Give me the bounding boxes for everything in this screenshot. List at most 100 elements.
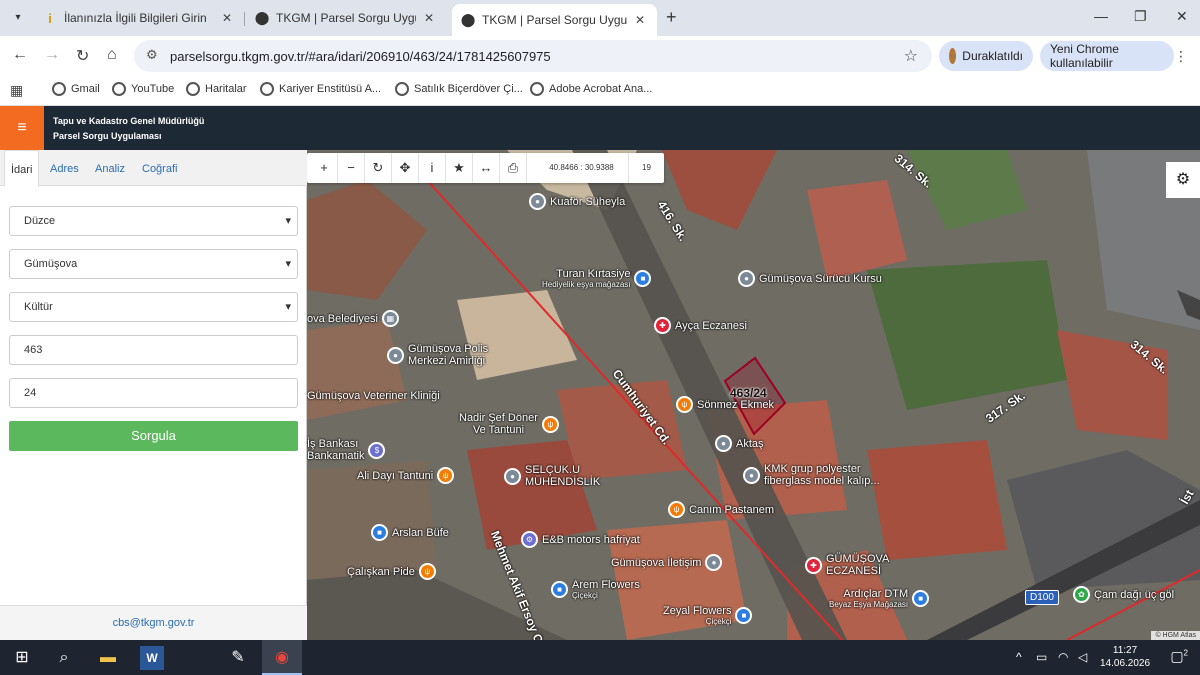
ilce-select[interactable]: Gümüşova ▾: [9, 249, 298, 279]
restaurant-icon: ψ: [437, 467, 455, 484]
close-icon[interactable]: ✕: [424, 11, 434, 25]
browser-tab-tkgm-active[interactable]: ⬤ TKGM | Parsel Sorgu Uygulaması ✕: [452, 4, 657, 36]
notifications-icon[interactable]: ▢2: [1170, 648, 1188, 665]
bookmark-bicerdover[interactable]: Satılık Biçerdöver Çi...: [395, 82, 523, 96]
info-icon[interactable]: i: [419, 153, 446, 183]
poi-aktas[interactable]: ● Aktaş: [715, 435, 764, 452]
hamburger-menu-icon[interactable]: ≡: [0, 106, 44, 150]
poi-alidayi[interactable]: Ali Dayı Tantuni ψ: [357, 467, 458, 484]
poi-camdagi[interactable]: ✿ Çam dağı üç göl: [1073, 586, 1174, 603]
map-settings-gear-icon[interactable]: ⚙: [1166, 162, 1200, 198]
more-menu-icon[interactable]: ⋮: [1174, 48, 1188, 65]
new-tab-plus-icon[interactable]: +: [666, 7, 677, 28]
poi-pin-icon: ●: [387, 346, 404, 364]
pharmacy-icon: ✚: [654, 317, 671, 334]
poi-kuafor[interactable]: ● Kuaför Süheyla: [529, 193, 625, 210]
parsel-input[interactable]: 24: [9, 378, 298, 408]
poi-zeyal[interactable]: Zeyal Flowers Çiçekçi ■: [663, 605, 756, 626]
poi-kmk[interactable]: ● KMK grup polyester fiberglass model kalı…: [743, 463, 880, 487]
url-text[interactable]: parselsorgu.tkgm.gov.tr/#ara/idari/20691…: [170, 49, 551, 64]
il-select[interactable]: Düzce ▾: [9, 206, 298, 236]
taskbar-clock[interactable]: 11:27 14.06.2026: [1100, 644, 1150, 670]
sorgula-button[interactable]: Sorgula: [9, 421, 298, 451]
poi-veteriner[interactable]: Gümüşova Veteriner Kliniği: [307, 390, 440, 402]
forward-arrow-icon[interactable]: →: [44, 46, 60, 64]
poi-eb[interactable]: ⚙ E&B motors hafriyat: [521, 531, 640, 548]
print-icon[interactable]: ⎙: [500, 153, 527, 183]
ada-input[interactable]: 463: [9, 335, 298, 365]
poi-isbank[interactable]: İş Bankası Bankamatik $: [307, 438, 389, 462]
tab-cografi[interactable]: Coğrafi: [136, 150, 183, 187]
tab-search-chevron-icon[interactable]: ▾: [8, 8, 28, 28]
poi-surucu[interactable]: ● Gümüşova Sürücü Kursu: [738, 270, 882, 287]
avatar: [949, 48, 957, 64]
poi-sonmez[interactable]: ψ Sönmez Ekmek: [676, 396, 774, 413]
poi-gumusova-eczanesi[interactable]: ✚ GÜMÜŞOVA ECZANESİ: [805, 553, 889, 577]
bookmark-haritalar[interactable]: Haritalar: [186, 82, 247, 96]
home-icon[interactable]: ⌂: [107, 46, 117, 64]
poi-canim[interactable]: ψ Canım Pastanem: [668, 501, 774, 518]
chrome-update-button[interactable]: Yeni Chrome kullanılabilir: [1040, 41, 1174, 71]
close-icon[interactable]: ✕: [222, 11, 232, 25]
shopping-bag-icon: ■: [634, 270, 652, 287]
bookmark-youtube[interactable]: YouTube: [112, 82, 174, 96]
poi-caliskan[interactable]: Çalışkan Pide ψ: [347, 563, 440, 580]
volume-icon[interactable]: ◁: [1078, 650, 1087, 664]
address-bar[interactable]: ⚙ parselsorgu.tkgm.gov.tr/#ara/idari/206…: [134, 40, 932, 72]
poi-arslan[interactable]: ■ Arslan Büfe: [371, 524, 449, 541]
bookmark-label: Satılık Biçerdöver Çi...: [414, 83, 523, 95]
word-icon[interactable]: W: [140, 646, 164, 670]
building-icon: ▦: [381, 310, 399, 327]
file-explorer-icon[interactable]: ▬: [96, 646, 120, 670]
poi-turan[interactable]: Turan Kırtasiye Hediyelik eşya mağazası ■: [542, 268, 655, 289]
zoom-in-icon[interactable]: +: [311, 153, 338, 183]
browser-tab-ilan[interactable]: i İlanınızla İlgili Bilgileri Girin ✕: [34, 4, 242, 32]
reload-icon[interactable]: ↻: [76, 46, 89, 66]
tab-adres[interactable]: Adres: [44, 150, 85, 187]
restore-icon[interactable]: ❐: [1134, 8, 1147, 25]
bookmark-star-icon[interactable]: ☆: [904, 46, 918, 66]
windows-start-icon[interactable]: ⊞: [10, 646, 34, 670]
contact-email-link[interactable]: cbs@tkgm.gov.tr: [0, 605, 307, 640]
poi-belediye[interactable]: ova Belediyesi ▦: [307, 310, 403, 327]
poi-nadir[interactable]: Nadir Şef Döner Ve Tantuni ψ: [459, 412, 563, 436]
chevron-up-icon[interactable]: ^: [1016, 650, 1022, 664]
bookmark-acrobat[interactable]: Adobe Acrobat Ana...: [530, 82, 652, 96]
paint-icon[interactable]: ✎: [226, 646, 250, 670]
locate-crosshair-icon[interactable]: ✥: [392, 153, 419, 183]
poi-pin-icon: ●: [715, 435, 732, 452]
browser-tab-tkgm-1[interactable]: ⬤ TKGM | Parsel Sorgu Uygulaması ✕: [246, 4, 446, 32]
map-attribution[interactable]: © HGM Atlas: [1151, 631, 1200, 640]
poi-arem[interactable]: ■ Arem Flowers Çiçekçi: [551, 579, 640, 600]
measure-icon[interactable]: ↔: [473, 153, 500, 183]
refresh-icon[interactable]: ↻: [365, 153, 392, 183]
bookmark-kariyer[interactable]: Kariyer Enstitüsü A...: [260, 82, 381, 96]
tab-idari[interactable]: İdari: [4, 150, 40, 187]
poi-ayca[interactable]: ✚ Ayça Eczanesi: [654, 317, 747, 334]
window-close-icon[interactable]: ✕: [1176, 8, 1188, 25]
battery-icon[interactable]: ▭: [1036, 650, 1047, 664]
query-panel: İdari Adres Analiz Coğrafi Düzce ▾ Gümüş…: [0, 150, 307, 640]
apps-grid-icon[interactable]: ▦: [10, 82, 23, 99]
bookmark-label: Haritalar: [205, 83, 247, 95]
wifi-icon[interactable]: ◠: [1058, 650, 1068, 664]
mahalle-select[interactable]: Kültür ▾: [9, 292, 298, 322]
zoom-out-icon[interactable]: −: [338, 153, 365, 183]
search-icon[interactable]: ⌕: [52, 646, 76, 670]
back-arrow-icon[interactable]: ←: [12, 46, 28, 64]
poi-selcuk[interactable]: ● SELÇUK.U MÜHENDİSLİK: [504, 464, 600, 488]
globe-icon: [112, 82, 126, 96]
site-info-icon[interactable]: ⚙: [146, 47, 158, 63]
profile-paused-button[interactable]: Duraklatıldı: [939, 41, 1033, 71]
tab-analiz[interactable]: Analiz: [89, 150, 131, 187]
globe-icon: [260, 82, 274, 96]
poi-iletisim[interactable]: Gümüşova İletişim ●: [611, 554, 726, 571]
map-view[interactable]: + − ↻ ✥ i ★ ↔ ⎙ 40.8466 : 30.9388 19 ⚙ 3…: [307, 150, 1200, 640]
poi-ardiclar[interactable]: Ardıçlar DTM Beyaz Eşya Mağazası ■: [829, 588, 933, 609]
tab-separator: [244, 12, 245, 26]
poi-polis[interactable]: ● Gümüşova Polis Merkezi Amirliği: [387, 343, 488, 367]
close-icon[interactable]: ✕: [635, 13, 645, 27]
star-icon[interactable]: ★: [446, 153, 473, 183]
bookmark-gmail[interactable]: Gmail: [52, 82, 100, 96]
minimize-icon[interactable]: —: [1094, 8, 1108, 24]
